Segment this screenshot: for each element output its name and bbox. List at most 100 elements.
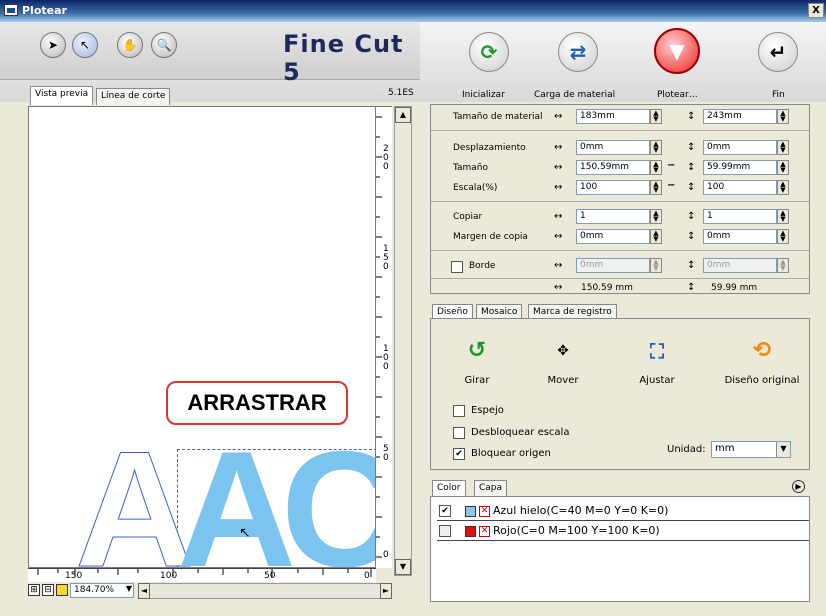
pointer-icon[interactable]: ↖	[72, 32, 98, 58]
offset-label: Desplazamiento	[453, 143, 526, 153]
panel-menu-icon[interactable]: ▶	[792, 480, 805, 493]
scroll-left-button[interactable]: ◄	[138, 583, 150, 599]
copy-y-field[interactable]: 1	[703, 209, 777, 224]
lock-origin-checkbox[interactable]: ✔	[453, 448, 465, 460]
spin-border-x[interactable]: ▲ ▼	[650, 258, 662, 273]
close-button[interactable]: X	[808, 3, 824, 18]
vertical-scrollbar[interactable]: ▲ ▼	[394, 106, 412, 576]
vertical-arrow-icon: ↕	[687, 231, 696, 242]
spin-offset-y[interactable]: ▲ ▼	[777, 140, 789, 155]
scroll-right-button[interactable]: ►	[380, 583, 392, 599]
tab-preview[interactable]: Vista previa	[30, 86, 94, 105]
unlock-scale-checkbox[interactable]	[453, 427, 465, 439]
size-width-field[interactable]: 150.59mm	[576, 160, 650, 175]
original-design-button[interactable]: ⟲ Diseño original	[715, 333, 809, 386]
mirror-checkbox[interactable]	[453, 405, 465, 417]
zoom-icon[interactable]: 🔍	[151, 32, 177, 58]
vertical-arrow-icon: ↕	[687, 260, 696, 271]
copy-margin-y-field[interactable]: 0mm	[703, 229, 777, 244]
color-visible-checkbox[interactable]: ✔	[439, 505, 451, 517]
hruler-label-100: 100	[160, 571, 178, 581]
design-panel: ↺ Girar ✥ Mover ⛶ Ajustar ⟲ Diseño origi…	[430, 318, 810, 470]
link-dash-icon[interactable]: −	[667, 160, 675, 171]
hruler-label-50: 50	[264, 571, 276, 581]
vruler-label-100: 100	[383, 344, 389, 372]
return-icon: ↵	[769, 40, 787, 64]
end-button[interactable]: ↵	[758, 32, 798, 72]
spin-size-width[interactable]: ▲ ▼	[650, 160, 662, 175]
tab-layer[interactable]: Capa	[474, 480, 508, 497]
end-label: Fin	[772, 90, 785, 100]
scroll-up-button[interactable]: ▲	[395, 107, 411, 123]
zoom-select[interactable]: 184.70% ▼	[70, 583, 134, 598]
select-arrow-icon[interactable]: ➤	[40, 32, 66, 58]
horizontal-arrow-icon: ↔	[554, 260, 563, 271]
copy-margin-label: Margen de copia	[453, 232, 528, 242]
scale-y-field[interactable]: 100	[703, 180, 777, 195]
fit-width-icon[interactable]: ⊟	[42, 584, 54, 596]
scale-label: Escala(%)	[453, 183, 498, 193]
spin-scale-y[interactable]: ▲ ▼	[777, 180, 789, 195]
color-swatch	[465, 506, 476, 517]
unit-select[interactable]: mm ▼	[711, 441, 791, 458]
offset-y-field[interactable]: 0mm	[703, 140, 777, 155]
total-width: 150.59 mm	[581, 283, 633, 293]
preview-canvas[interactable]: A A C ↖	[28, 106, 376, 568]
material-width-field[interactable]: 183mm	[576, 109, 650, 124]
hand-icon[interactable]: ✋	[117, 32, 143, 58]
scroll-down-button[interactable]: ▼	[395, 559, 411, 575]
unit-value: mm	[715, 443, 735, 454]
spin-scale-x[interactable]: ▲ ▼	[650, 180, 662, 195]
unit-label: Unidad:	[667, 444, 706, 455]
zoom-value: 184.70%	[74, 585, 115, 595]
version-label: 5.1ES	[388, 88, 414, 98]
cut-disabled-icon[interactable]: ✕	[479, 526, 490, 537]
swap-arrows-icon: ⇄	[569, 40, 587, 64]
letter-a[interactable]: A	[177, 427, 296, 568]
border-checkbox[interactable]	[451, 261, 463, 273]
offset-x-field[interactable]: 0mm	[576, 140, 650, 155]
spin-offset-x[interactable]: ▲ ▼	[650, 140, 662, 155]
rotate-label: Girar	[464, 375, 490, 386]
cut-disabled-icon[interactable]: ✕	[479, 506, 490, 517]
color-row[interactable]: ✕ Rojo(C=0 M=100 Y=100 K=0)	[437, 523, 809, 541]
border-y-field[interactable]: 0mm	[703, 258, 777, 273]
copy-x-field[interactable]: 1	[576, 209, 650, 224]
move-button[interactable]: ✥ Mover	[533, 333, 593, 386]
spin-size-height[interactable]: ▲ ▼	[777, 160, 789, 175]
rotate-button[interactable]: ↺ Girar	[447, 333, 507, 386]
spin-material-height[interactable]: ▲ ▼	[777, 109, 789, 124]
fit-selection-icon[interactable]	[56, 584, 68, 596]
spin-copy-margin-y[interactable]: ▲ ▼	[777, 229, 789, 244]
refresh-icon: ⟳	[480, 40, 498, 64]
fit-button[interactable]: ⛶ Ajustar	[627, 333, 687, 386]
spin-border-y[interactable]: ▲ ▼	[777, 258, 789, 273]
spin-copy-y[interactable]: ▲ ▼	[777, 209, 789, 224]
app-icon	[4, 4, 18, 16]
plot-button[interactable]: ▼	[654, 28, 700, 74]
divider	[431, 278, 809, 279]
copy-margin-x-field[interactable]: 0mm	[576, 229, 650, 244]
border-x-field[interactable]: 0mm	[576, 258, 650, 273]
color-visible-checkbox[interactable]	[439, 525, 451, 537]
material-height-field[interactable]: 243mm	[703, 109, 777, 124]
mirror-label: Espejo	[471, 405, 504, 416]
vertical-arrow-icon: ↕	[687, 111, 696, 122]
material-load-button[interactable]: ⇄	[558, 32, 598, 72]
size-height-field[interactable]: 59.99mm	[703, 160, 777, 175]
link-dash-icon[interactable]: −	[667, 180, 675, 191]
chevron-down-icon[interactable]: ▼	[776, 442, 790, 457]
tab-cut-line[interactable]: Línea de corte	[96, 88, 171, 105]
spin-material-width[interactable]: ▲ ▼	[650, 109, 662, 124]
horizontal-scrollbar[interactable]	[150, 583, 380, 599]
letter-c[interactable]: C	[281, 427, 375, 568]
properties-panel: Tamaño de material ↔ 183mm ▲ ▼ ↕ 243mm ▲ ▼…	[430, 104, 810, 294]
fit-page-icon[interactable]: ⊞	[28, 584, 40, 596]
horizontal-ruler: 150 100 50 0	[28, 568, 376, 582]
initialize-button[interactable]: ⟳	[469, 32, 509, 72]
spin-copy-x[interactable]: ▲ ▼	[650, 209, 662, 224]
spin-copy-margin-x[interactable]: ▲ ▼	[650, 229, 662, 244]
color-row[interactable]: ✔ ✕ Azul hielo(C=40 M=0 Y=0 K=0)	[437, 503, 809, 521]
scale-x-field[interactable]: 100	[576, 180, 650, 195]
move-label: Mover	[547, 375, 579, 386]
